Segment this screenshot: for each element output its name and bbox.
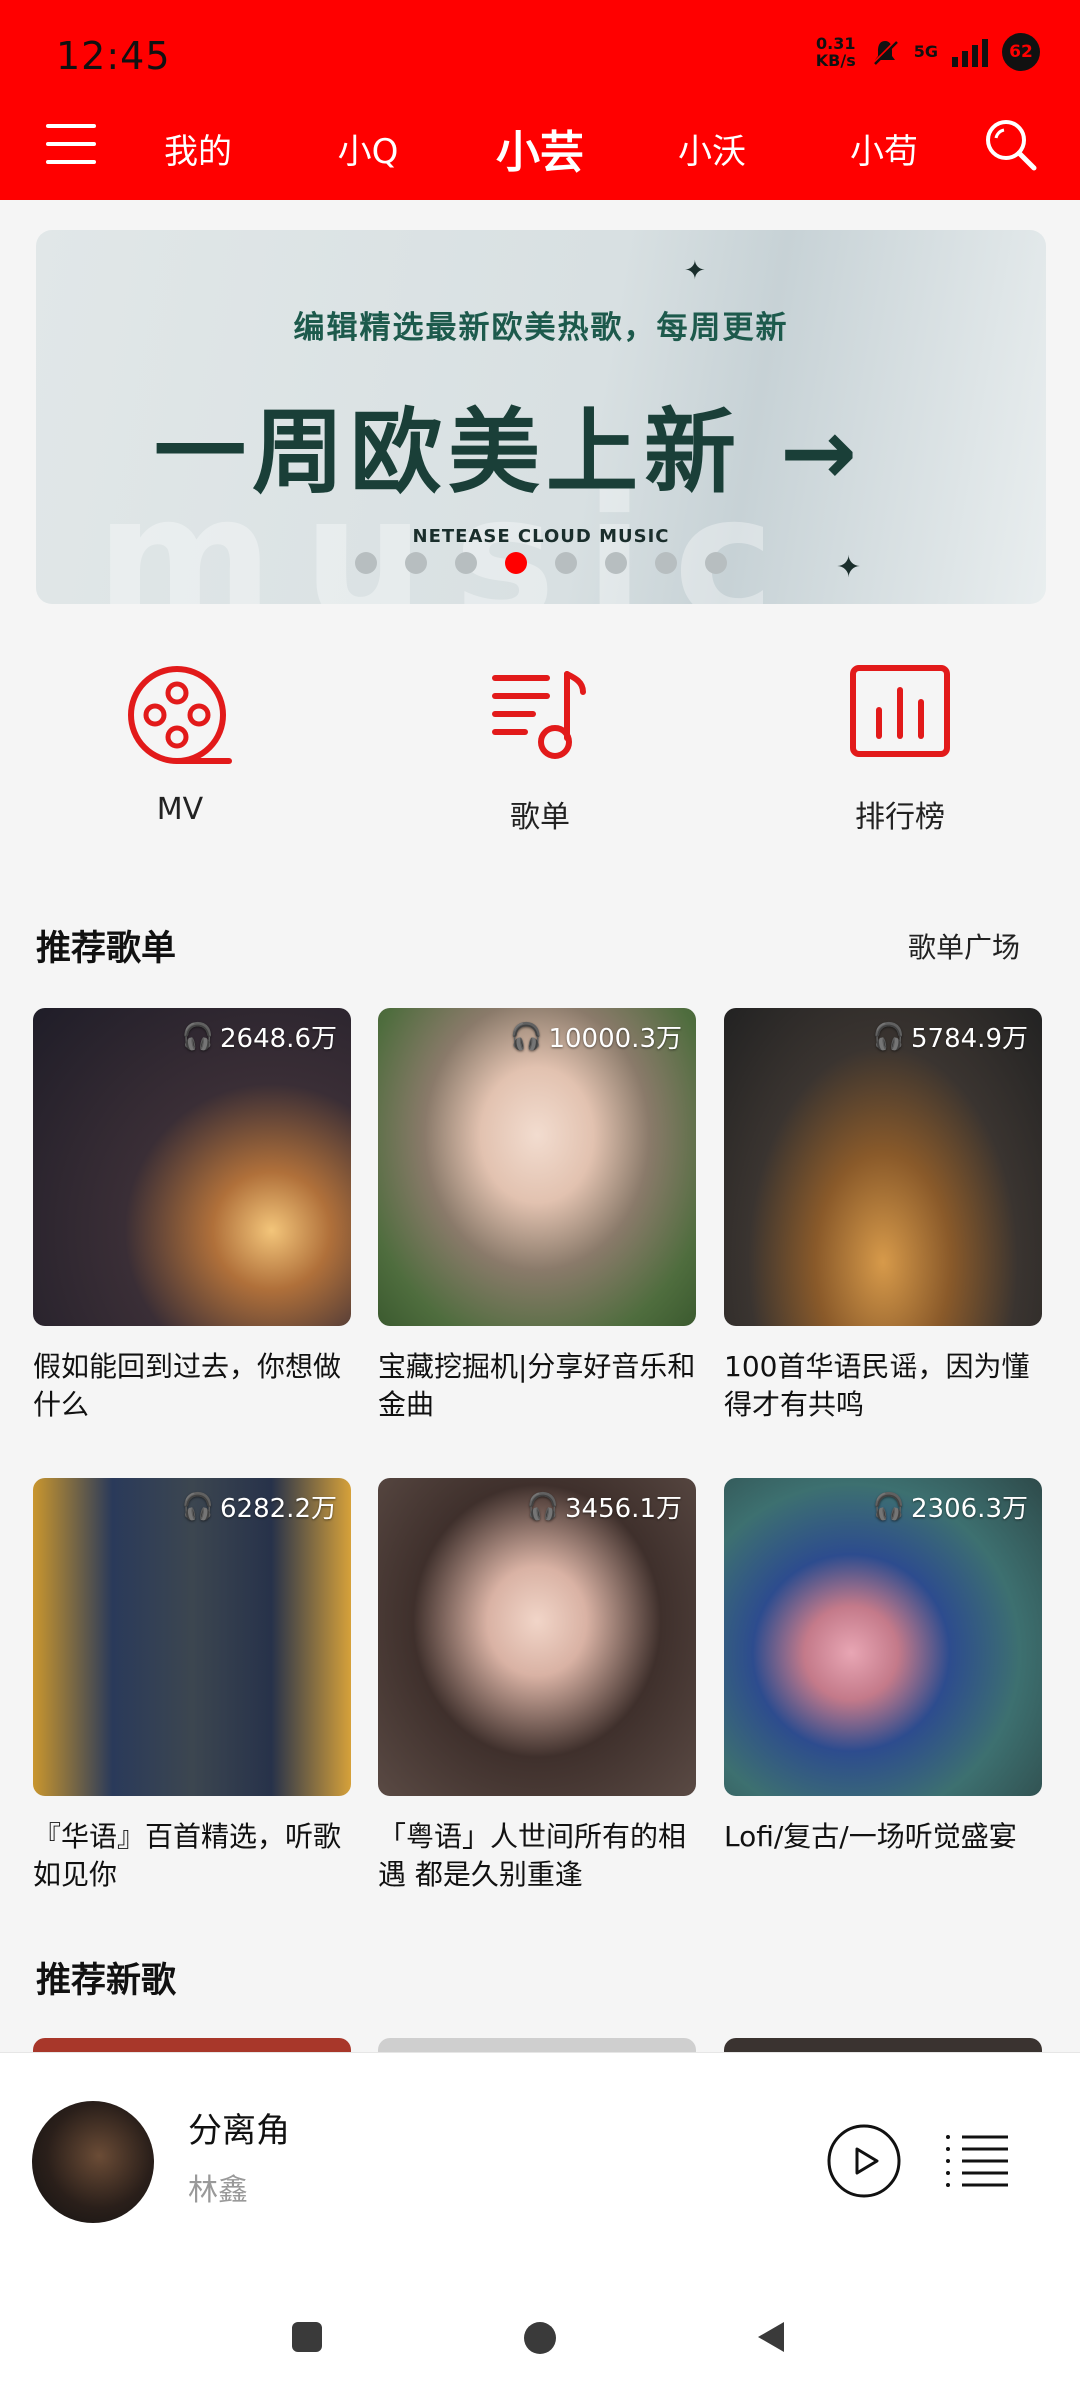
signal-bars-icon <box>952 37 988 67</box>
now-playing-artist[interactable]: 林鑫 <box>188 2165 248 2209</box>
page-dot-active[interactable] <box>505 552 527 574</box>
hamburger-menu-icon[interactable] <box>46 122 96 166</box>
home-icon[interactable] <box>524 2322 556 2354</box>
quick-entry-label: 排行榜 <box>855 800 945 835</box>
playlist-card[interactable]: 🎧 2306.3万 Lofi/复古/一场听觉盛宴 <box>724 1478 1042 1856</box>
playlist-caption[interactable]: 「粤语」人世间所有的相遇 都是久别重逢 <box>378 1818 696 1894</box>
play-count-value: 3456.1万 <box>565 1494 682 1524</box>
headphones-icon: 🎧 <box>181 1021 215 1052</box>
mute-icon <box>872 39 898 65</box>
playlist-card[interactable]: 🎧 6282.2万 『华语』百首精选，听歌如见你 <box>33 1478 351 1894</box>
net-speed: 0.31 KB/s <box>816 35 856 69</box>
play-count-value: 2306.3万 <box>911 1494 1028 1524</box>
mini-player[interactable]: 分离角 林鑫 <box>0 2052 1080 2253</box>
playlist-cover[interactable]: 🎧 3456.1万 <box>378 1478 696 1796</box>
film-reel-icon <box>128 666 232 764</box>
banner-brand: NETEASE CLOUD MUSIC <box>412 526 670 547</box>
page-dot[interactable] <box>705 552 727 574</box>
net-speed-unit: KB/s <box>815 51 856 70</box>
quick-entry-charts[interactable]: 排行榜 <box>800 660 1000 836</box>
tab-xiaowo[interactable]: 小沃 <box>642 124 782 173</box>
now-playing-title[interactable]: 分离角 <box>188 2103 290 2152</box>
status-icons: 0.31 KB/s 5G 62 <box>816 30 1040 74</box>
playlist-icon[interactable] <box>944 2131 1014 2191</box>
headphones-icon: 🎧 <box>526 1491 560 1522</box>
play-count: 🎧 6282.2万 <box>182 1488 337 1525</box>
page-dot[interactable] <box>455 552 477 574</box>
tab-xiaogou[interactable]: 小苟 <box>814 124 954 173</box>
headphones-icon: 🎧 <box>872 1021 906 1052</box>
playlist-caption[interactable]: 假如能回到过去，你想做什么 <box>33 1348 351 1424</box>
playlist-caption[interactable]: 100首华语民谣，因为懂得才有共鸣 <box>724 1348 1042 1424</box>
playlist-card[interactable]: 🎧 5784.9万 100首华语民谣，因为懂得才有共鸣 <box>724 1008 1042 1424</box>
playlist-cover[interactable]: 🎧 2306.3万 <box>724 1478 1042 1796</box>
battery-badge: 62 <box>1002 33 1040 71</box>
banner-pagination <box>36 552 1046 574</box>
play-count: 🎧 2306.3万 <box>873 1488 1028 1525</box>
page-dot[interactable] <box>655 552 677 574</box>
page-dot[interactable] <box>355 552 377 574</box>
quick-entry-label: 歌单 <box>510 800 570 835</box>
section-title-new-songs: 推荐新歌 <box>36 1961 177 2001</box>
quick-entry-mv[interactable]: MV <box>80 660 280 827</box>
top-navigation: 我的 小Q 小芸 小沃 小苟 <box>0 100 1080 192</box>
section-title-playlists: 推荐歌单 <box>36 929 177 969</box>
play-count-value: 5784.9万 <box>911 1024 1028 1054</box>
playlist-caption[interactable]: Lofi/复古/一场听觉盛宴 <box>724 1818 1042 1856</box>
tab-xiaoq[interactable]: 小Q <box>298 124 438 173</box>
playlist-card[interactable]: 🎧 2648.6万 假如能回到过去，你想做什么 <box>33 1008 351 1424</box>
playlist-caption[interactable]: 『华语』百首精选，听歌如见你 <box>33 1818 351 1894</box>
banner-title: 一周欧美上新 → <box>154 399 864 506</box>
chart-bars-icon <box>850 665 950 757</box>
system-navigation-bar <box>0 2252 1080 2400</box>
page-dot[interactable] <box>605 552 627 574</box>
playlist-cover[interactable]: 🎧 6282.2万 <box>33 1478 351 1796</box>
playlist-cover[interactable]: 🎧 5784.9万 <box>724 1008 1042 1326</box>
sparkle-icon: ✦ <box>684 256 706 286</box>
play-count-value: 6282.2万 <box>220 1494 337 1524</box>
back-icon[interactable] <box>758 2322 784 2352</box>
tab-wode[interactable]: 我的 <box>128 124 268 173</box>
play-icon[interactable] <box>826 2123 902 2199</box>
play-count: 🎧 3456.1万 <box>527 1488 682 1525</box>
playlist-note-icon <box>492 671 586 759</box>
status-time: 12:45 <box>56 34 171 78</box>
signal-label: 5G <box>913 42 938 61</box>
page-dot[interactable] <box>555 552 577 574</box>
top-bar: 12:45 0.31 KB/s 5G 62 我的 小Q 小芸 小沃 小苟 <box>0 0 1080 200</box>
playlist-card[interactable]: 🎧 3456.1万 「粤语」人世间所有的相遇 都是久别重逢 <box>378 1478 696 1894</box>
quick-entry-playlist[interactable]: 歌单 <box>440 660 640 836</box>
play-count-value: 10000.3万 <box>548 1024 682 1054</box>
playlist-card[interactable]: 🎧 10000.3万 宝藏挖掘机|分享好音乐和金曲 <box>378 1008 696 1424</box>
headphones-icon: 🎧 <box>872 1491 906 1522</box>
quick-entry-label: MV <box>156 792 204 827</box>
recent-apps-icon[interactable] <box>292 2322 322 2352</box>
promo-banner[interactable]: music ✦ ✦ 编辑精选最新欧美热歌，每周更新 一周欧美上新 → NETEA… <box>36 230 1046 604</box>
headphones-icon: 🎧 <box>181 1491 215 1522</box>
tab-xiaoyun[interactable]: 小芸 <box>470 116 610 180</box>
playlist-cover[interactable]: 🎧 10000.3万 <box>378 1008 696 1326</box>
page-dot[interactable] <box>405 552 427 574</box>
play-count: 🎧 2648.6万 <box>182 1018 337 1055</box>
headphones-icon: 🎧 <box>510 1021 543 1052</box>
net-speed-value: 0.31 <box>816 34 856 53</box>
play-count: 🎧 5784.9万 <box>873 1018 1028 1055</box>
now-playing-cover[interactable] <box>32 2101 154 2223</box>
playlist-caption[interactable]: 宝藏挖掘机|分享好音乐和金曲 <box>378 1348 696 1424</box>
playlist-cover[interactable]: 🎧 2648.6万 <box>33 1008 351 1326</box>
banner-subtitle: 编辑精选最新欧美热歌，每周更新 <box>293 310 789 346</box>
play-count: 🎧 10000.3万 <box>510 1018 682 1055</box>
search-icon[interactable] <box>980 114 1040 174</box>
playlist-square-link[interactable]: 歌单广场 <box>908 926 1020 966</box>
play-count-value: 2648.6万 <box>220 1024 337 1054</box>
